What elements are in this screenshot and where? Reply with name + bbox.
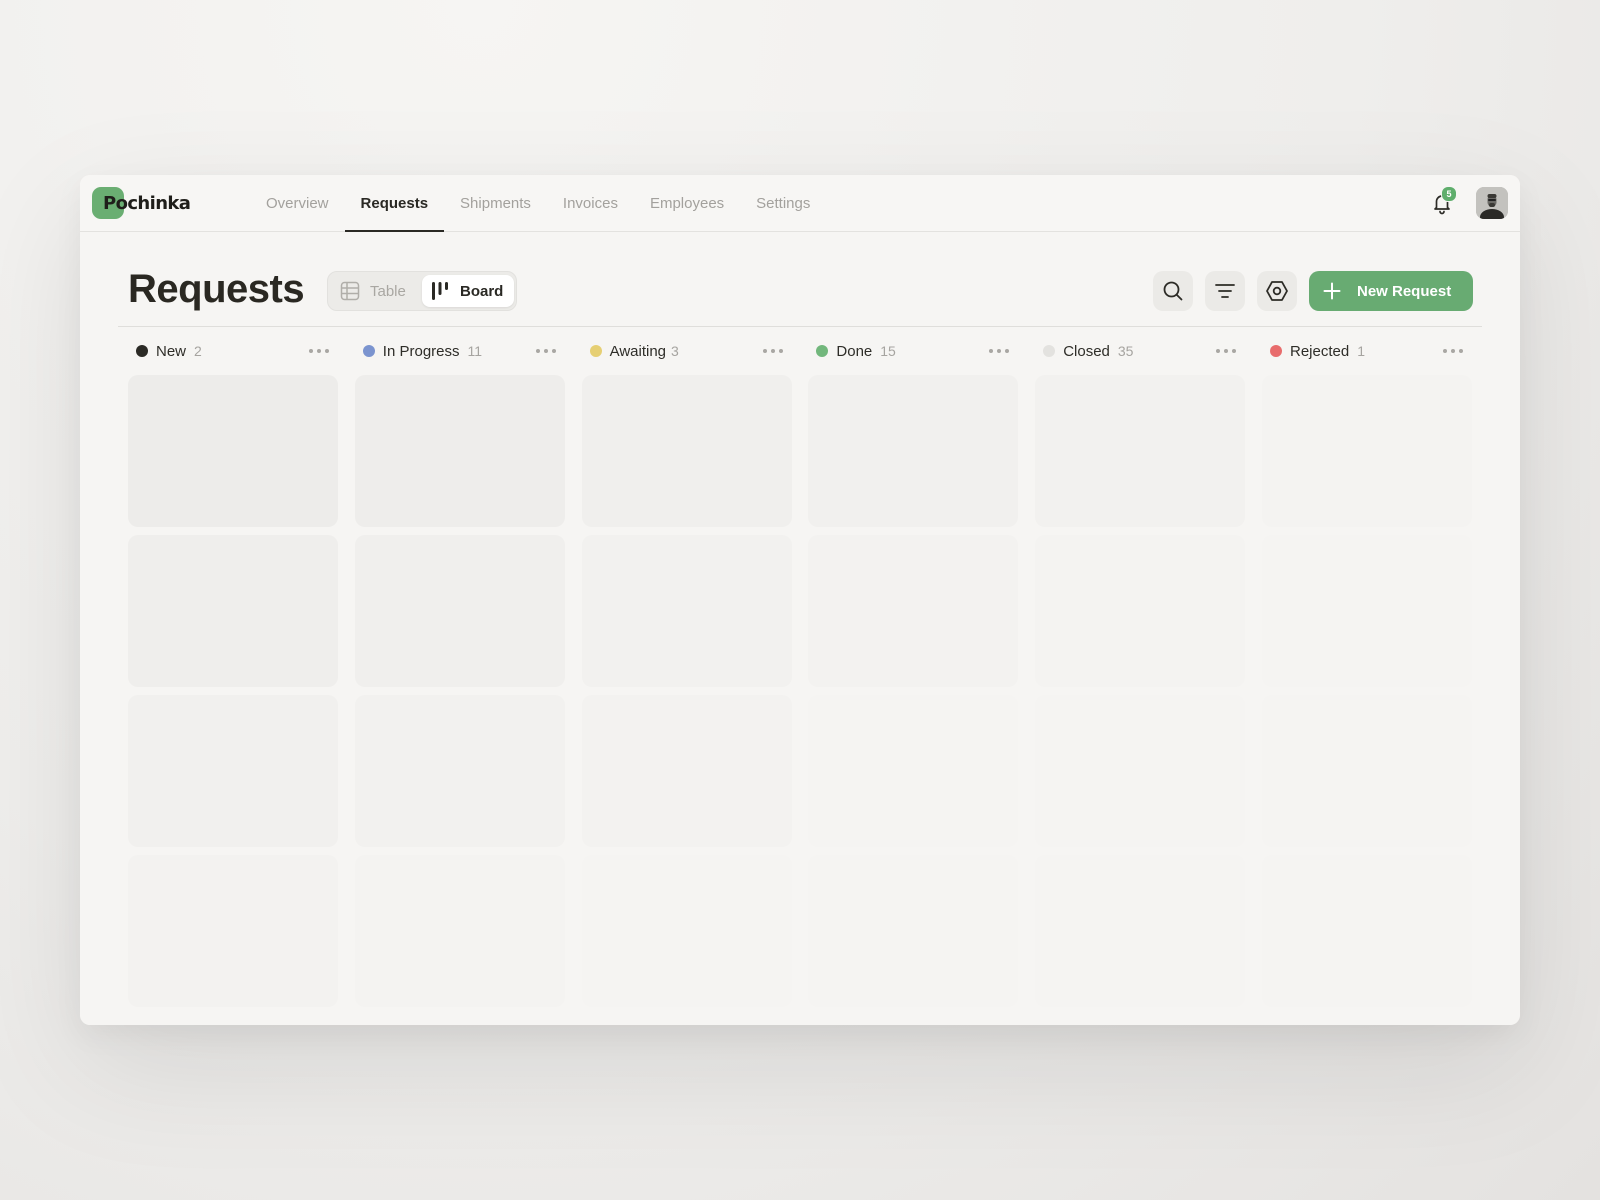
card-placeholder[interactable] xyxy=(1035,375,1246,527)
settings-icon xyxy=(1265,279,1289,303)
card-placeholder[interactable] xyxy=(1035,695,1246,847)
column-name: Done xyxy=(836,342,873,360)
card-placeholder[interactable] xyxy=(808,695,1019,847)
status-dot xyxy=(136,345,148,357)
column-header: Awaiting 3 xyxy=(582,327,792,375)
more-icon[interactable] xyxy=(1213,341,1239,361)
nav-tab-shipments[interactable]: Shipments xyxy=(444,175,547,231)
column-name: In Progress xyxy=(382,342,460,360)
filter-button[interactable] xyxy=(1205,271,1245,311)
card-placeholder[interactable] xyxy=(128,695,338,847)
plus-icon xyxy=(1309,282,1357,300)
more-icon[interactable] xyxy=(986,341,1012,361)
column-count: 11 xyxy=(467,343,483,359)
card-placeholder[interactable] xyxy=(128,855,338,1007)
more-icon[interactable] xyxy=(1440,341,1466,361)
logo[interactable]: Pochinka xyxy=(92,187,191,219)
card-placeholder[interactable] xyxy=(128,535,338,687)
board-column-done: Done 15 xyxy=(808,327,1019,1007)
card-placeholder[interactable] xyxy=(808,535,1019,687)
column-header: New 2 xyxy=(128,327,338,375)
avatar[interactable] xyxy=(1476,187,1508,219)
card-placeholder[interactable] xyxy=(354,375,565,527)
card-placeholder[interactable] xyxy=(354,535,565,687)
card-placeholder[interactable] xyxy=(1035,535,1246,687)
card-placeholder[interactable] xyxy=(128,375,338,527)
column-count: 3 xyxy=(671,343,679,359)
status-dot xyxy=(362,345,375,357)
board-column-awaiting: Awaiting 3 xyxy=(581,327,792,1007)
notification-badge: 5 xyxy=(1441,186,1457,202)
logo-text: Pochinka xyxy=(103,192,191,214)
column-count: 15 xyxy=(880,343,896,359)
column-name: Rejected xyxy=(1290,342,1350,360)
card-placeholder[interactable] xyxy=(581,375,792,527)
card-placeholder[interactable] xyxy=(581,855,792,1007)
column-count: 1 xyxy=(1357,343,1365,359)
more-icon[interactable] xyxy=(533,341,559,361)
column-name: Closed xyxy=(1063,342,1110,360)
status-dot xyxy=(589,345,602,357)
settings-button[interactable] xyxy=(1257,271,1297,311)
card-placeholder[interactable] xyxy=(808,375,1019,527)
filter-icon xyxy=(1214,280,1236,302)
app-window: Pochinka Overview Requests Shipments Inv… xyxy=(80,175,1520,1025)
view-toggle-board[interactable]: Board xyxy=(422,275,514,307)
card-placeholder[interactable] xyxy=(1262,375,1472,527)
board-column-rejected: Rejected 1 xyxy=(1262,327,1472,1007)
nav-tab-employees[interactable]: Employees xyxy=(634,175,740,231)
table-icon xyxy=(332,281,370,301)
column-header: Closed 35 xyxy=(1035,327,1245,375)
more-icon[interactable] xyxy=(760,341,786,361)
column-header: Done 15 xyxy=(808,327,1018,375)
status-dot xyxy=(1270,345,1282,357)
board-icon xyxy=(422,281,460,301)
view-toggle: Table Board xyxy=(327,271,517,311)
status-dot xyxy=(816,345,829,357)
card-placeholder[interactable] xyxy=(808,855,1019,1007)
card-placeholder[interactable] xyxy=(354,695,565,847)
nav-tabs: Overview Requests Shipments Invoices Emp… xyxy=(250,175,826,232)
card-placeholder[interactable] xyxy=(354,855,565,1007)
top-nav: Pochinka Overview Requests Shipments Inv… xyxy=(80,175,1520,232)
page-title: Requests xyxy=(128,267,305,311)
nav-tab-overview[interactable]: Overview xyxy=(250,175,345,231)
more-icon[interactable] xyxy=(306,341,332,361)
board-column-new: New 2 xyxy=(128,327,338,1007)
new-request-label: New Request xyxy=(1357,282,1452,300)
search-icon xyxy=(1162,280,1184,302)
column-header: Rejected 1 xyxy=(1262,327,1472,375)
card-placeholder[interactable] xyxy=(1035,855,1246,1007)
view-toggle-board-label: Board xyxy=(460,282,504,300)
card-placeholder[interactable] xyxy=(1262,695,1472,847)
card-placeholder[interactable] xyxy=(1262,535,1472,687)
view-toggle-table-label: Table xyxy=(370,282,406,300)
nav-tab-requests[interactable]: Requests xyxy=(344,175,445,232)
column-count: 35 xyxy=(1117,343,1134,359)
view-toggle-table[interactable]: Table xyxy=(332,275,418,307)
card-placeholder[interactable] xyxy=(581,535,792,687)
search-button[interactable] xyxy=(1153,271,1193,311)
column-name: New xyxy=(156,342,187,360)
nav-tab-invoices[interactable]: Invoices xyxy=(547,175,634,231)
board-column-closed: Closed 35 xyxy=(1035,327,1246,1007)
status-dot xyxy=(1043,345,1056,357)
column-name: Awaiting xyxy=(609,342,667,360)
board-column-in-progress: In Progress 11 xyxy=(354,327,565,1007)
card-placeholder[interactable] xyxy=(581,695,792,847)
nav-tab-settings[interactable]: Settings xyxy=(740,175,826,231)
card-placeholder[interactable] xyxy=(1262,855,1472,1007)
column-count: 2 xyxy=(194,343,202,359)
column-header: In Progress 11 xyxy=(355,327,565,375)
new-request-button[interactable]: New Request xyxy=(1309,271,1473,311)
